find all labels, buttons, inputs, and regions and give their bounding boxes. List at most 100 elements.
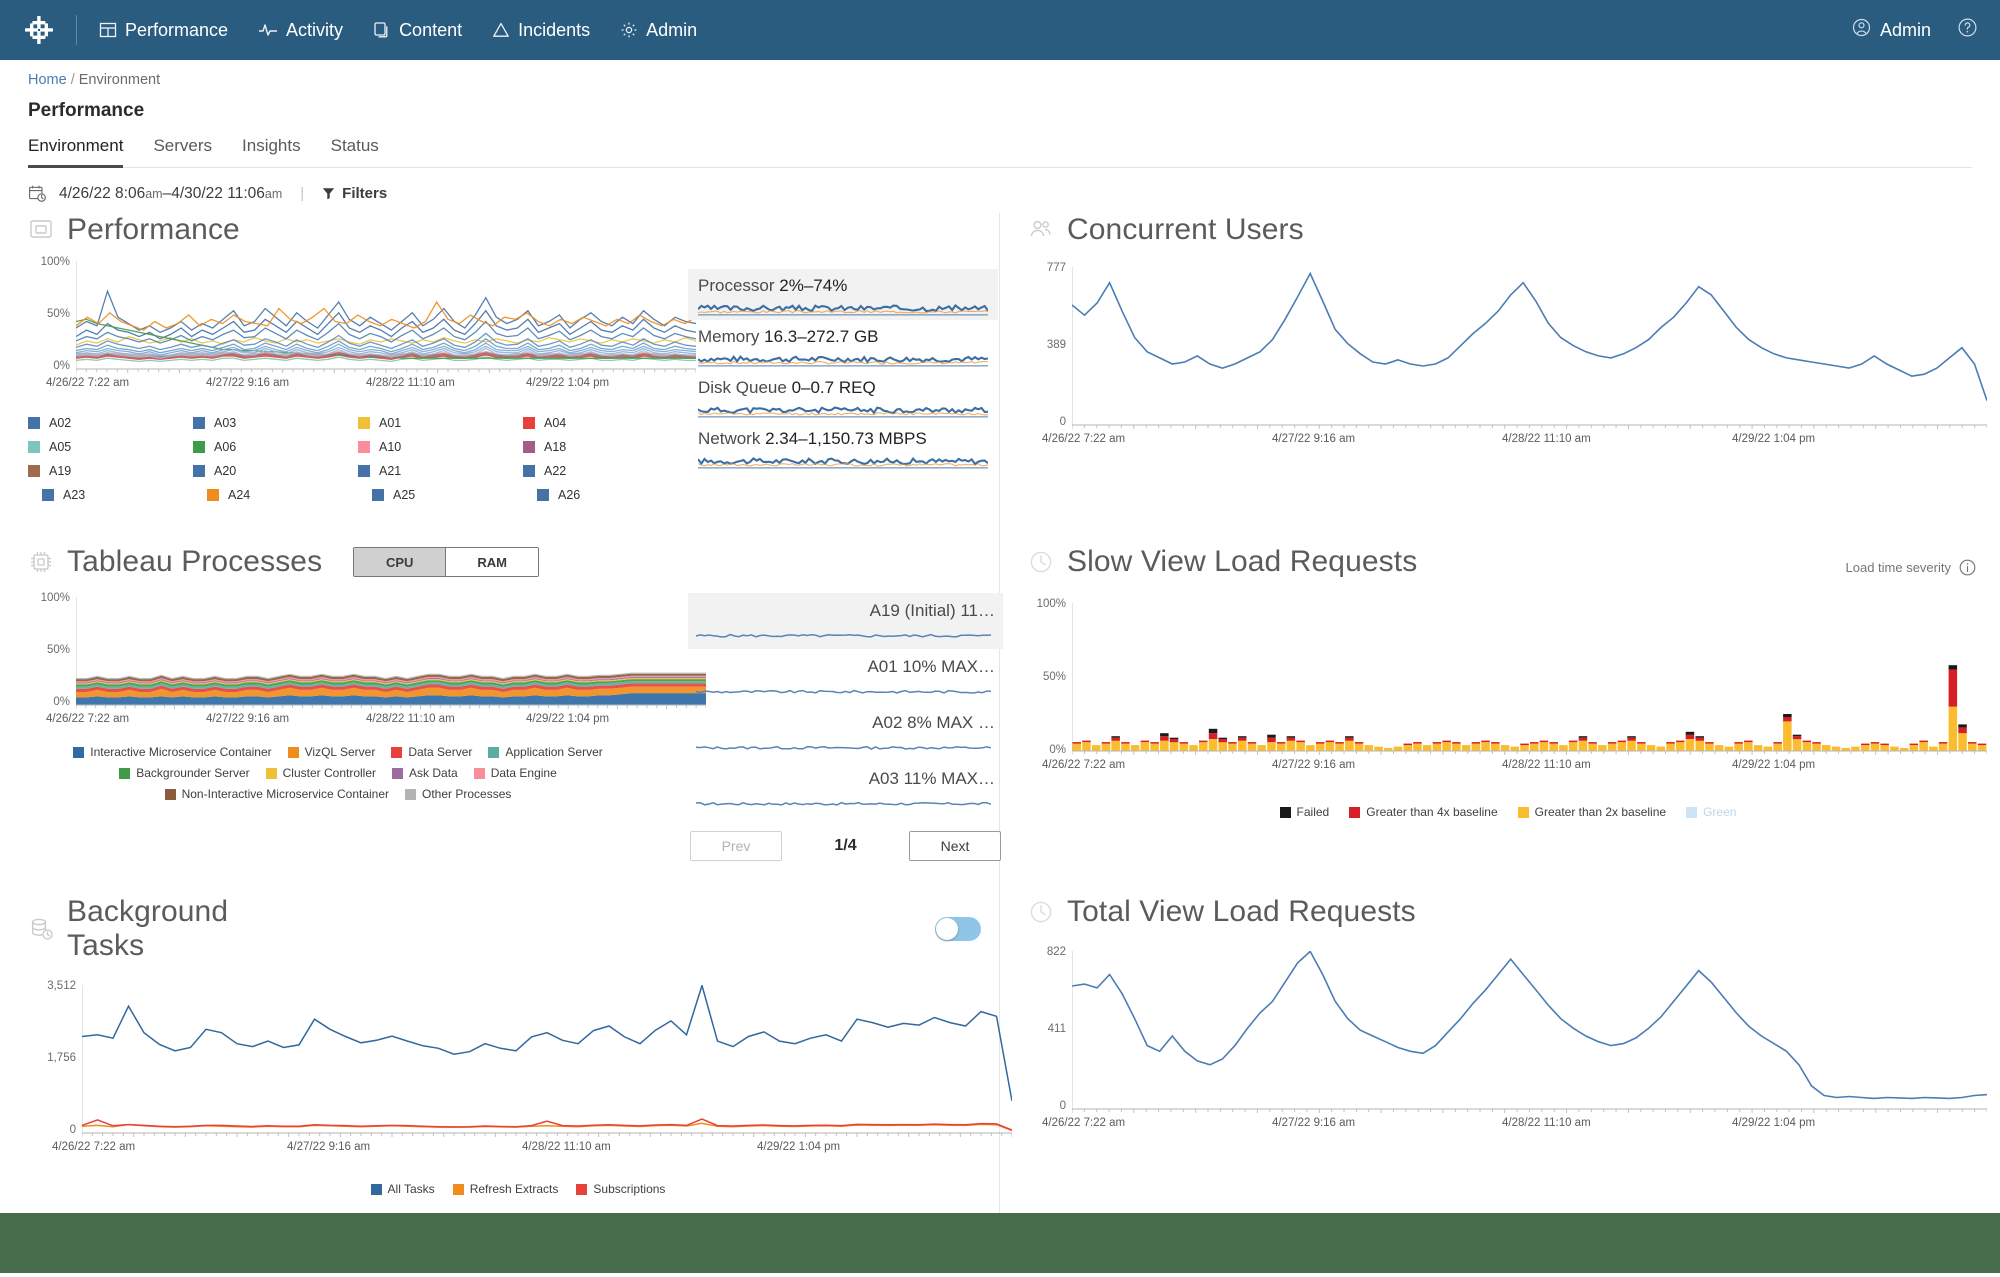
- nav-items: Performance Activity Content Incidents A…: [99, 20, 697, 41]
- legend-item[interactable]: Non-Interactive Microservice Container: [164, 787, 389, 801]
- legend-item[interactable]: A01: [358, 416, 523, 430]
- legend-label: A25: [393, 488, 416, 502]
- tab-servers[interactable]: Servers: [153, 136, 212, 168]
- date-range-display[interactable]: 4/26/22 8:06am–4/30/22 11:06am: [59, 185, 282, 203]
- filterbar-divider: |: [300, 185, 305, 202]
- legend-swatch: [1349, 806, 1361, 818]
- background-tasks-toggle[interactable]: [935, 917, 981, 941]
- legend-item[interactable]: A02: [28, 416, 193, 430]
- breadcrumb-home-link[interactable]: Home: [28, 72, 67, 88]
- metric-tile-memory[interactable]: Memory 16.3–272.7 GB: [688, 320, 998, 371]
- legend-item[interactable]: Cluster Controller: [265, 766, 376, 780]
- background-tasks-chart[interactable]: 3,512 1,756 0 4/26/22 7:22 am 4/27/22 9:…: [28, 980, 1012, 1153]
- legend-item[interactable]: A21: [358, 464, 523, 478]
- metric-tile-disk-queue[interactable]: Disk Queue 0–0.7 REQ: [688, 371, 998, 422]
- legend-label: A04: [544, 416, 567, 430]
- legend-item[interactable]: A06: [193, 440, 358, 454]
- legend-item[interactable]: Data Engine: [473, 766, 557, 780]
- legend-item[interactable]: Backgrounder Server: [119, 766, 250, 780]
- process-list-item[interactable]: A01 10% MAX…: [688, 649, 1003, 705]
- legend-item[interactable]: A10: [358, 440, 523, 454]
- user-circle-icon: [1852, 18, 1871, 42]
- bgtasks-xtick-3: 4/29/22 1:04 pm: [757, 1141, 841, 1153]
- users-ytick-max: 777: [1046, 262, 1066, 274]
- date-range-end: 4/30/22 11:06: [171, 184, 265, 202]
- legend-swatch: [1279, 806, 1291, 818]
- legend-item[interactable]: Greater than 2x baseline: [1517, 805, 1666, 819]
- legend-item[interactable]: Green: [1686, 805, 1736, 819]
- toggle-option-ram[interactable]: RAM: [446, 548, 539, 576]
- legend-swatch: [28, 417, 40, 429]
- nav-item-admin[interactable]: Admin: [620, 20, 697, 41]
- totalview-ytick-0: 0: [1059, 1100, 1066, 1112]
- process-list-item[interactable]: A19 (Initial) 11…: [688, 593, 1003, 649]
- legend-item[interactable]: Failed: [1279, 805, 1329, 819]
- legend-swatch: [265, 767, 277, 779]
- legend-item[interactable]: A20: [193, 464, 358, 478]
- filters-button[interactable]: Filters: [322, 185, 387, 202]
- user-menu[interactable]: Admin: [1852, 18, 1931, 42]
- database-clock-icon: [28, 916, 54, 942]
- concurrent-users-chart[interactable]: 777 389 0 4/26/22 7:22 am 4/27/22 9:16 a…: [1028, 262, 1987, 445]
- nav-item-label: Performance: [125, 19, 229, 40]
- legend-item[interactable]: A22: [523, 464, 688, 478]
- legend-item[interactable]: A25: [358, 488, 523, 502]
- legend-item[interactable]: Application Server: [488, 745, 603, 759]
- nav-item-content[interactable]: Content: [373, 20, 462, 41]
- panel-tableau-processes: Tableau Processes CPU RAM 100% 50% 0% 4/…: [28, 545, 1003, 875]
- legend-item[interactable]: Data Server: [391, 745, 472, 759]
- copy-icon: [373, 21, 391, 39]
- total-view-load-chart[interactable]: 822 411 0 4/26/22 7:22 am 4/27/22 9:16 a…: [1028, 946, 1987, 1129]
- slowview-ytick-100: 100%: [1036, 598, 1066, 610]
- performance-xtick-1: 4/27/22 9:16 am: [206, 377, 290, 389]
- tab-environment[interactable]: Environment: [28, 136, 124, 168]
- legend-swatch: [576, 1183, 588, 1195]
- legend-item[interactable]: A24: [193, 488, 358, 502]
- next-page-button[interactable]: Next: [909, 831, 1001, 861]
- legend-item[interactable]: Refresh Extracts: [452, 1182, 558, 1196]
- legend-item[interactable]: A19: [28, 464, 193, 478]
- legend-swatch: [207, 489, 219, 501]
- performance-xtick-3: 4/29/22 1:04 pm: [526, 377, 610, 389]
- tab-status[interactable]: Status: [331, 136, 379, 168]
- sparkline-network: [698, 455, 988, 469]
- legend-item[interactable]: Ask Data: [392, 766, 458, 780]
- process-list-item[interactable]: A02 8% MAX …: [688, 705, 1003, 761]
- legend-item[interactable]: A05: [28, 440, 193, 454]
- prev-page-button[interactable]: Prev: [690, 831, 782, 861]
- info-circle-icon[interactable]: [1959, 559, 1976, 576]
- legend-label: Green: [1703, 805, 1737, 819]
- legend-item[interactable]: A23: [28, 488, 193, 502]
- legend-item[interactable]: Other Processes: [405, 787, 511, 801]
- nav-item-incidents[interactable]: Incidents: [492, 20, 590, 41]
- nav-item-activity[interactable]: Activity: [258, 20, 343, 41]
- help-circle-icon[interactable]: [1957, 17, 1978, 43]
- legend-item[interactable]: Interactive Microservice Container: [73, 745, 272, 759]
- metric-tile-processor[interactable]: Processor 2%–74%: [688, 269, 998, 320]
- tableau-logo-icon[interactable]: [22, 13, 56, 47]
- panel-tableau-processes-header: Tableau Processes CPU RAM: [28, 545, 981, 579]
- panel-background-tasks-title: Background Tasks: [67, 895, 229, 962]
- tab-insights[interactable]: Insights: [242, 136, 301, 168]
- legend-item[interactable]: A26: [523, 488, 688, 502]
- legend-item[interactable]: Greater than 4x baseline: [1349, 805, 1498, 819]
- toggle-option-cpu[interactable]: CPU: [354, 548, 447, 576]
- panel-background-tasks: Background Tasks 3,512 1,756 0 4/26/22 7…: [28, 895, 1012, 1196]
- process-list-item[interactable]: A03 11% MAX…: [688, 761, 1003, 817]
- panel-concurrent-users-title: Concurrent Users: [1067, 213, 1304, 246]
- slow-view-load-chart[interactable]: 100% 50% 0% 4/26/22 7:22 am 4/27/22 9:16…: [1028, 598, 1987, 771]
- metric-tile-network[interactable]: Network 2.34–1,150.73 MBPS: [688, 422, 998, 473]
- filter-bar: 4/26/22 8:06am–4/30/22 11:06am | Filters: [0, 168, 2000, 213]
- metric-value: 16.3–272.7 GB: [764, 327, 879, 346]
- legend-item[interactable]: A18: [523, 440, 688, 454]
- legend-item[interactable]: A03: [193, 416, 358, 430]
- legend-item[interactable]: Subscriptions: [576, 1182, 665, 1196]
- legend-label: A20: [214, 464, 237, 478]
- legend-swatch: [523, 417, 535, 429]
- legend-item[interactable]: All Tasks: [370, 1182, 435, 1196]
- legend-swatch: [537, 489, 549, 501]
- legend-item[interactable]: A04: [523, 416, 688, 430]
- legend-label: A19: [49, 464, 72, 478]
- nav-item-performance[interactable]: Performance: [99, 20, 228, 41]
- legend-item[interactable]: VizQL Server: [287, 745, 375, 759]
